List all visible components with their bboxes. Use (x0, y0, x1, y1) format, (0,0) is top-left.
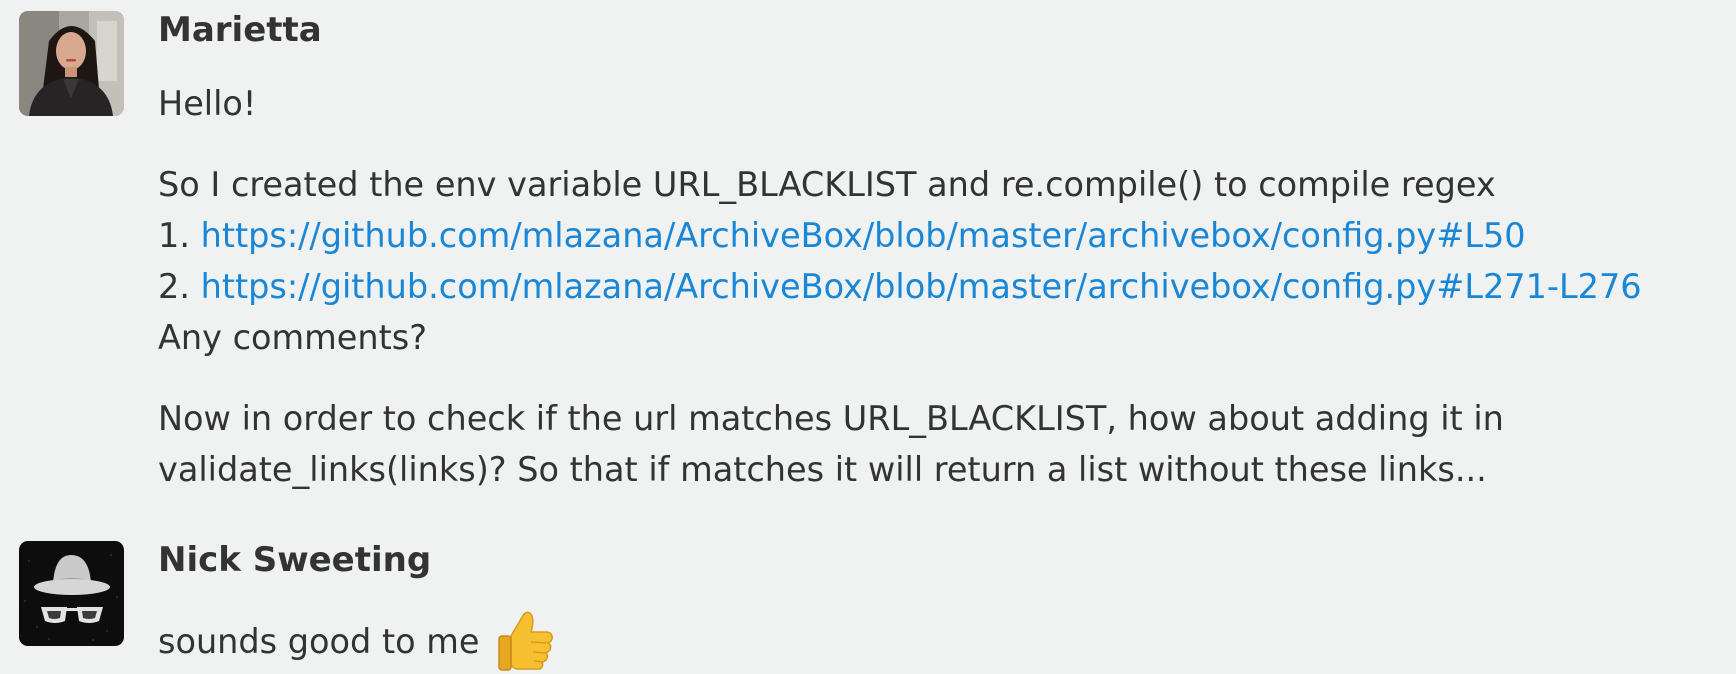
message-text: Hello! (158, 84, 257, 123)
link-config-l50[interactable]: https://github.com/mlazana/ArchiveBox/bl… (201, 216, 1526, 255)
username[interactable]: Marietta (158, 8, 1728, 52)
list-number: 1. (158, 216, 201, 255)
hat-and-sunglasses-avatar-icon (19, 541, 124, 646)
avatar-nick-sweeting[interactable] (19, 541, 124, 646)
message-content: Marietta Hello! So I created the env var… (158, 8, 1728, 495)
chat-timeline: Marietta Hello! So I created the env var… (0, 0, 1736, 671)
message-content: Nick Sweeting sounds good to me (158, 538, 1728, 674)
message-text: So I created the env variable URL_BLACKL… (158, 165, 1496, 204)
list-item: 2. https://github.com/mlazana/ArchiveBox… (158, 261, 1728, 312)
message-paragraph: Now in order to check if the url matches… (158, 393, 1728, 495)
message-text: validate_links(links)? So that if matche… (158, 450, 1487, 489)
username[interactable]: Nick Sweeting (158, 538, 1728, 582)
message-paragraph: So I created the env variable URL_BLACKL… (158, 159, 1728, 363)
list-item: 1. https://github.com/mlazana/ArchiveBox… (158, 210, 1728, 261)
user-photo-avatar-icon (19, 11, 124, 116)
message-text: Any comments? (158, 318, 428, 357)
avatar-marietta[interactable] (19, 11, 124, 116)
message-text: sounds good to me (158, 621, 480, 661)
link-config-l271-l276[interactable]: https://github.com/mlazana/ArchiveBox/bl… (201, 267, 1642, 306)
message-text: Now in order to check if the url matches… (158, 399, 1504, 438)
thumbs-up-icon (491, 606, 557, 672)
message-paragraph: sounds good to me (158, 608, 1728, 674)
list-number: 2. (158, 267, 201, 306)
